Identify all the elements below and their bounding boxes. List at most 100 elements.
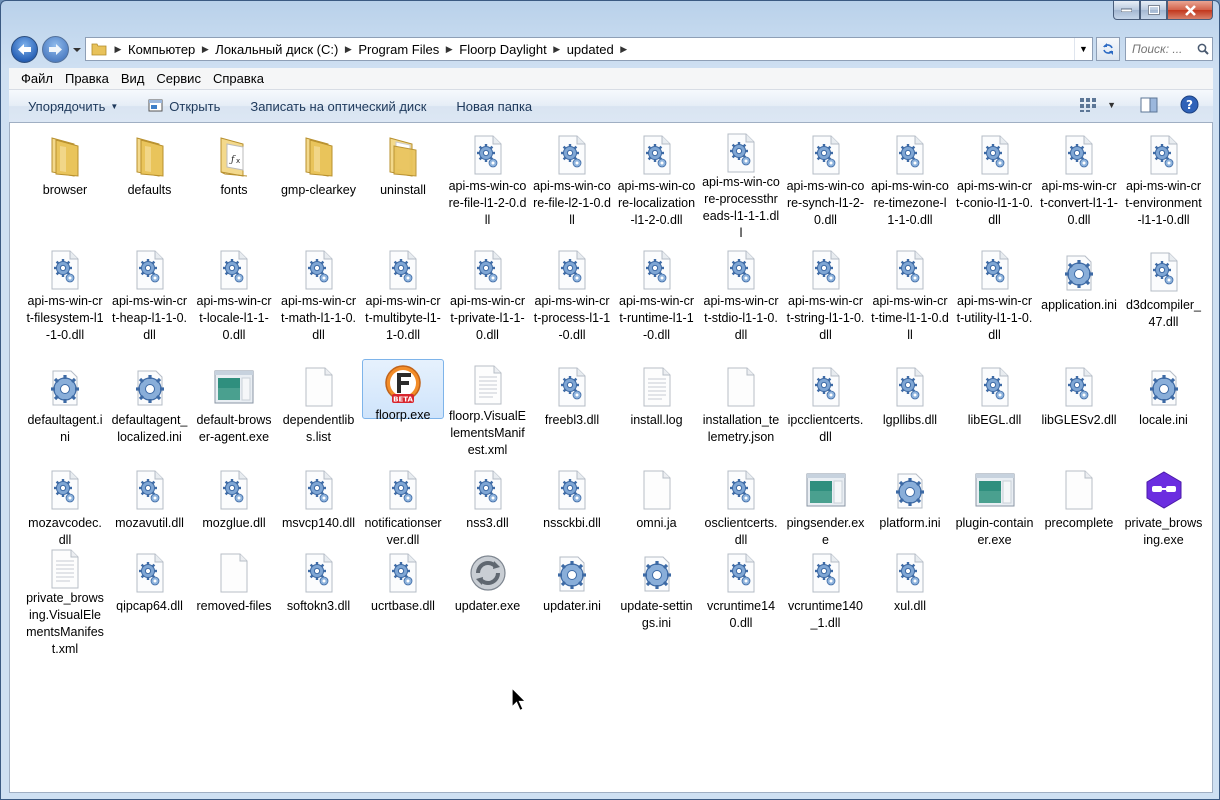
breadcrumb-floorp-daylight[interactable]: ▶ Floorp Daylight — [442, 42, 549, 57]
file-item[interactable]: ipcclientcerts.dll — [785, 359, 867, 459]
dll-icon — [379, 466, 427, 514]
file-item[interactable]: vcruntime140_1.dll — [785, 545, 867, 645]
file-item[interactable]: removed-files — [193, 545, 275, 645]
file-item[interactable]: d3dcompiler_47.dll — [1123, 244, 1205, 344]
file-item[interactable]: update-settings.ini — [616, 545, 698, 645]
dll-icon — [633, 133, 681, 177]
file-item[interactable]: defaultagent_localized.ini — [109, 359, 191, 459]
menu-file[interactable]: Файл — [15, 71, 59, 86]
dll-icon — [210, 248, 258, 292]
close-button[interactable] — [1167, 1, 1213, 20]
recent-pages-chevron-icon[interactable] — [72, 45, 82, 55]
dll-icon — [464, 133, 512, 177]
forward-button[interactable] — [42, 36, 69, 63]
file-item[interactable]: api-ms-win-crt-process-l1-1-0.dll — [531, 244, 613, 344]
menu-help[interactable]: Справка — [207, 71, 270, 86]
file-item[interactable]: default-browser-agent.exe — [193, 359, 275, 459]
breadcrumb-program-files[interactable]: ▶ Program Files — [341, 42, 442, 57]
breadcrumb-computer[interactable]: ▶ Компьютер — [111, 42, 198, 57]
file-name: removed-files — [196, 599, 272, 613]
file-item[interactable]: api-ms-win-crt-private-l1-1-0.dll — [447, 244, 529, 344]
file-item[interactable]: api-ms-win-core-processthreads-l1-1-1.dl… — [700, 129, 782, 240]
file-item[interactable]: dependentlibs.list — [278, 359, 360, 459]
file-item[interactable]: floorp.VisualElementsManifest.xml — [447, 359, 529, 459]
file-item[interactable]: private_browsing.exe — [1123, 462, 1205, 562]
file-name: xul.dll — [894, 599, 926, 613]
back-button[interactable] — [11, 36, 38, 63]
minimize-button[interactable] — [1113, 1, 1140, 20]
file-item[interactable]: ucrtbase.dll — [362, 545, 444, 645]
burn-button[interactable]: Записать на оптический диск — [242, 94, 434, 118]
dll-icon — [971, 248, 1019, 292]
exe-icon — [971, 466, 1019, 514]
file-item[interactable]: api-ms-win-crt-locale-l1-1-0.dll — [193, 244, 275, 344]
help-icon[interactable]: ? — [1180, 95, 1199, 114]
file-name: api-ms-win-crt-runtime-l1-1-0.dll — [619, 294, 694, 342]
file-item[interactable]: api-ms-win-crt-heap-l1-1-0.dll — [109, 244, 191, 344]
dll-icon — [802, 248, 850, 292]
preview-pane-icon[interactable] — [1140, 97, 1158, 113]
new-folder-button[interactable]: Новая папка — [448, 94, 540, 118]
file-item[interactable]: api-ms-win-crt-math-l1-1-0.dll — [278, 244, 360, 344]
address-dropdown-button[interactable]: ▼ — [1074, 38, 1092, 60]
file-item[interactable]: libEGL.dll — [954, 359, 1036, 459]
file-item[interactable]: updater.exe — [447, 545, 529, 645]
view-options-icon[interactable] — [1079, 97, 1097, 113]
file-item[interactable]: locale.ini — [1123, 359, 1205, 459]
file-item[interactable]: BETA floorp.exe — [362, 359, 444, 422]
file-item[interactable]: softokn3.dll — [278, 545, 360, 645]
file-item[interactable]: api-ms-win-core-file-l1-2-0.dll — [447, 129, 529, 229]
file-item[interactable]: qipcap64.dll — [109, 545, 191, 645]
file-item[interactable]: libGLESv2.dll — [1038, 359, 1120, 459]
file-item[interactable]: browser — [24, 129, 106, 229]
file-item[interactable]: private_browsing.VisualElementsManifest.… — [24, 545, 106, 656]
file-item[interactable]: install.log — [616, 359, 698, 459]
file-item[interactable]: precomplete — [1038, 462, 1120, 562]
file-item[interactable]: gmp-clearkey — [278, 129, 360, 229]
file-name: api-ms-win-core-localization-l1-2-0.dll — [617, 179, 696, 227]
file-item[interactable]: updater.ini — [531, 545, 613, 645]
file-item[interactable]: xul.dll — [869, 545, 951, 645]
organize-button[interactable]: Упорядочить ▼ — [20, 94, 126, 118]
refresh-button[interactable] — [1096, 37, 1120, 61]
file-item[interactable]: api-ms-win-crt-stdio-l1-1-0.dll — [700, 244, 782, 344]
file-item[interactable]: api-ms-win-core-file-l2-1-0.dll — [531, 129, 613, 229]
file-item[interactable]: api-ms-win-crt-multibyte-l1-1-0.dll — [362, 244, 444, 344]
breadcrumb-updated[interactable]: ▶ updated ▶ — [550, 42, 631, 57]
breadcrumb-local-disk[interactable]: ▶ Локальный диск (C:) — [198, 42, 341, 57]
file-item[interactable]: api-ms-win-core-synch-l1-2-0.dll — [785, 129, 867, 229]
file-item[interactable]: defaultagent.ini — [24, 359, 106, 459]
view-dropdown-chevron-icon[interactable]: ▼ — [1107, 100, 1116, 110]
file-item[interactable]: api-ms-win-crt-runtime-l1-1-0.dll — [616, 244, 698, 344]
file-item[interactable]: application.ini — [1038, 244, 1120, 344]
file-name: install.log — [630, 413, 683, 427]
open-button[interactable]: Открыть — [140, 94, 228, 118]
menu-view[interactable]: Вид — [115, 71, 151, 86]
file-item[interactable]: installation_telemetry.json — [700, 359, 782, 459]
file-item[interactable]: api-ms-win-crt-time-l1-1-0.dll — [869, 244, 951, 344]
file-name: mozglue.dll — [202, 516, 266, 530]
file-item[interactable]: plugin-container.exe — [954, 462, 1036, 562]
file-item[interactable]: api-ms-win-crt-convert-l1-1-0.dll — [1038, 129, 1120, 229]
file-item[interactable]: freebl3.dll — [531, 359, 613, 459]
dll-icon — [295, 248, 343, 292]
file-item[interactable]: defaults — [109, 129, 191, 229]
file-item[interactable]: api-ms-win-crt-filesystem-l1-1-0.dll — [24, 244, 106, 344]
file-item[interactable]: vcruntime140.dll — [700, 545, 782, 645]
file-item[interactable]: uninstall — [362, 129, 444, 229]
address-bar[interactable]: ▶ Компьютер ▶ Локальный диск (C:) ▶ Program… — [85, 37, 1093, 61]
file-item[interactable]: api-ms-win-crt-conio-l1-1-0.dll — [954, 129, 1036, 229]
file-item[interactable]: api-ms-win-core-timezone-l1-1-0.dll — [869, 129, 951, 229]
search-icon[interactable] — [1197, 43, 1209, 55]
file-item[interactable]: api-ms-win-crt-string-l1-1-0.dll — [785, 244, 867, 344]
file-list[interactable]: browser defaults ƒ x fonts gmp-clearkey uninst… — [9, 123, 1213, 793]
file-item[interactable]: ƒ x fonts — [193, 129, 275, 229]
maximize-button[interactable] — [1140, 1, 1167, 20]
file-item[interactable]: lgpllibs.dll — [869, 359, 951, 459]
file-item[interactable]: api-ms-win-crt-utility-l1-1-0.dll — [954, 244, 1036, 344]
menu-edit[interactable]: Правка — [59, 71, 115, 86]
file-item[interactable]: api-ms-win-core-localization-l1-2-0.dll — [616, 129, 698, 229]
file-name: defaultagent.ini — [27, 413, 103, 444]
menu-tools[interactable]: Сервис — [150, 71, 207, 86]
file-item[interactable]: api-ms-win-crt-environment-l1-1-0.dll — [1123, 129, 1205, 229]
